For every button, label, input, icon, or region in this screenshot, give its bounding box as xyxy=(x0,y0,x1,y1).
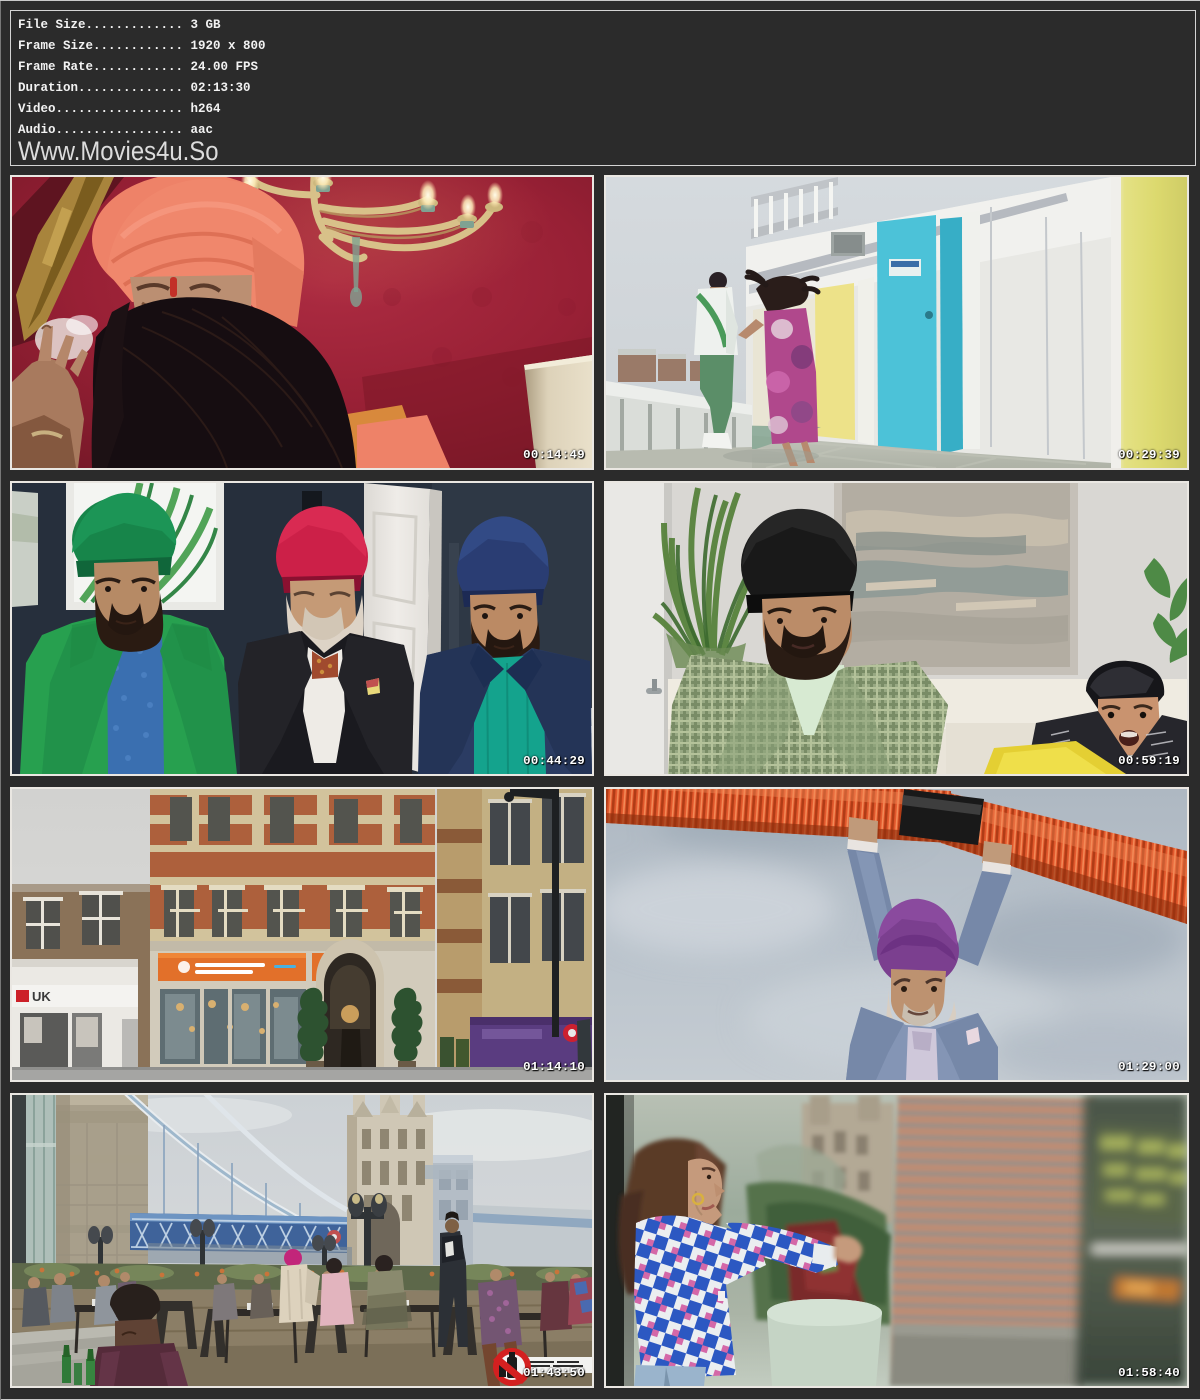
svg-text:UK: UK xyxy=(32,989,51,1004)
